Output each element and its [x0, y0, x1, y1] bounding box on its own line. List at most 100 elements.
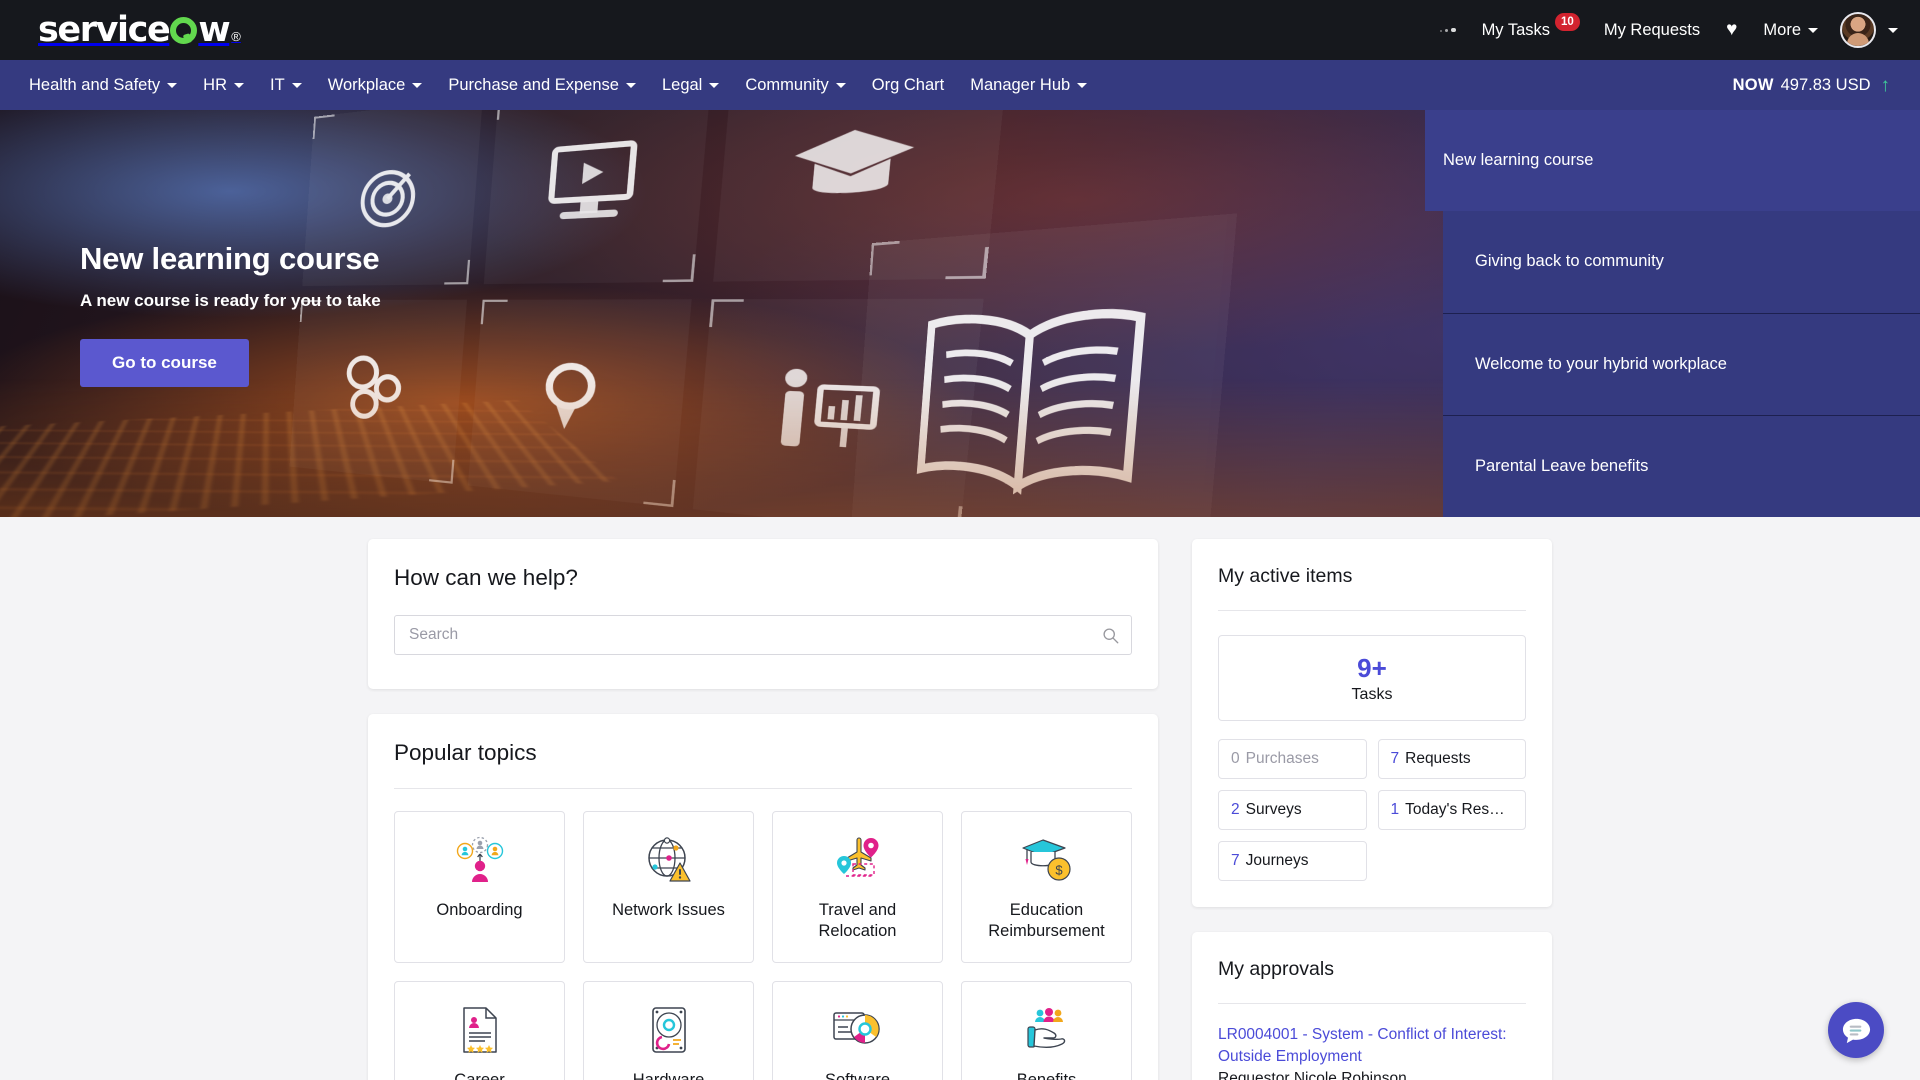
- popular-topics-grid: Onboarding Network Issues Travel and Rel…: [368, 789, 1158, 1080]
- topic-label: Travel and Relocation: [818, 901, 897, 941]
- magnifier-icon: [468, 299, 692, 507]
- search-icon[interactable]: [1102, 627, 1119, 644]
- top-header-bar: service w ® My Tasks 10 My Requests ♥ More: [0, 0, 1920, 60]
- nav-item-community[interactable]: Community: [732, 68, 858, 103]
- primary-navigation-bar: Health and Safety HR IT Workplace Purcha…: [0, 60, 1920, 110]
- chip-surveys[interactable]: 2 Surveys: [1218, 789, 1367, 830]
- my-tasks-badge: 10: [1555, 13, 1580, 31]
- carousel-item-label: Parental Leave benefits: [1475, 456, 1649, 475]
- hero-keyboard-decoration: [0, 400, 619, 517]
- chevron-down-icon: [234, 82, 245, 88]
- carousel-item-parental-leave-benefits[interactable]: Parental Leave benefits: [1443, 415, 1920, 517]
- hero-carousel-list: New learning course Giving back to commu…: [1425, 110, 1920, 517]
- topic-card-hardware[interactable]: Hardware: [583, 981, 754, 1080]
- currency-ticker[interactable]: NOW 497.83 USD ↑: [1733, 76, 1898, 95]
- search-input[interactable]: [409, 626, 1102, 644]
- help-search-card: How can we help?: [368, 539, 1158, 689]
- chevron-down-icon: [412, 82, 423, 88]
- top-header-actions: My Tasks 10 My Requests ♥ More: [1440, 11, 1898, 49]
- topic-label: Onboarding: [436, 901, 523, 919]
- tasks-count: 9+: [1357, 653, 1387, 683]
- heart-icon[interactable]: ♥: [1712, 11, 1751, 49]
- chat-bubble-icon[interactable]: [1828, 1002, 1884, 1058]
- topic-card-network-issues[interactable]: Network Issues: [583, 811, 754, 963]
- document-stars-icon: [458, 1004, 502, 1056]
- nav-item-manager-hub[interactable]: Manager Hub: [957, 68, 1100, 103]
- chip-label: Journeys: [1245, 851, 1309, 869]
- right-sidebar-column: My active items 9+ Tasks 0 Purchases 7 Req…: [1192, 539, 1552, 1080]
- my-approvals-card: My approvals LR0004001 - System - Confli…: [1192, 931, 1552, 1080]
- my-requests-link[interactable]: My Requests: [1592, 13, 1712, 48]
- currency-value: 497.83 USD: [1780, 75, 1871, 94]
- chip-label: Surveys: [1245, 800, 1302, 818]
- chevron-down-icon: [167, 82, 178, 88]
- chevron-down-icon: [835, 82, 846, 88]
- carousel-item-new-learning-course[interactable]: New learning course: [1425, 110, 1920, 212]
- hero-title: New learning course: [80, 240, 380, 276]
- tasks-label: Tasks: [1351, 685, 1393, 703]
- hand-people-icon: [1022, 1004, 1072, 1056]
- topic-card-benefits[interactable]: Benefits: [961, 981, 1132, 1080]
- more-label: More: [1763, 20, 1801, 39]
- nav-label: Health and Safety: [29, 75, 161, 94]
- chip-purchases[interactable]: 0 Purchases: [1218, 738, 1367, 779]
- hero-content: New learning course A new course is read…: [0, 241, 381, 387]
- chip-count: 7: [1390, 749, 1400, 767]
- nav-item-hr[interactable]: HR: [190, 68, 257, 103]
- approval-record-row: LR0004001 - System - Conflict of Interes…: [1192, 1004, 1552, 1080]
- left-content-column: How can we help? Popular topics: [368, 539, 1158, 1080]
- airplane-map-pin-icon: [833, 834, 883, 886]
- topic-card-education-reimbursement[interactable]: $ Education Reimbursement: [961, 811, 1132, 963]
- chip-journeys[interactable]: 7 Journeys: [1218, 840, 1367, 881]
- logo-text-w: w: [198, 9, 230, 50]
- my-active-items-card: My active items 9+ Tasks 0 Purchases 7 Req…: [1192, 539, 1552, 907]
- tasks-summary-tile[interactable]: 9+ Tasks: [1218, 635, 1526, 721]
- nav-label: HR: [203, 75, 228, 94]
- help-card-title: How can we help?: [394, 565, 578, 590]
- topic-card-onboarding[interactable]: Onboarding: [394, 811, 565, 963]
- nav-item-legal[interactable]: Legal: [649, 68, 732, 103]
- chip-label: Purchases: [1245, 749, 1319, 767]
- nav-label: IT: [270, 75, 285, 94]
- approvals-header: My approvals: [1192, 932, 1552, 1004]
- search-box[interactable]: [394, 615, 1132, 655]
- user-avatar[interactable]: [1840, 12, 1876, 48]
- nav-item-purchase-and-expense[interactable]: Purchase and Expense: [435, 68, 649, 103]
- nav-label: Manager Hub: [970, 75, 1071, 94]
- my-tasks-link[interactable]: My Tasks 10: [1470, 13, 1592, 48]
- carousel-item-welcome-to-your-hybrid-workplace[interactable]: Welcome to your hybrid workplace: [1443, 313, 1920, 416]
- my-requests-label: My Requests: [1603, 20, 1701, 39]
- main-content-area: How can we help? Popular topics: [0, 517, 1920, 1080]
- topic-card-travel-and-relocation[interactable]: Travel and Relocation: [772, 811, 943, 963]
- chip-label: Today's Reservati...: [1405, 800, 1526, 818]
- carousel-item-label: Giving back to community: [1475, 252, 1664, 271]
- more-menu-button[interactable]: More: [1751, 13, 1830, 48]
- nav-label: Legal: [661, 75, 703, 94]
- nav-item-it[interactable]: IT: [257, 68, 315, 103]
- monitor-play-icon: [484, 110, 712, 284]
- currency-brand: NOW: [1732, 75, 1774, 94]
- topic-label: Network Issues: [612, 901, 725, 919]
- chevron-down-icon: [709, 82, 720, 88]
- chip-label: Requests: [1405, 749, 1471, 767]
- topic-card-software[interactable]: Software: [772, 981, 943, 1080]
- servicenow-logo[interactable]: service w ®: [38, 9, 241, 50]
- topic-card-career-development[interactable]: Career Development: [394, 981, 565, 1080]
- chip-requests[interactable]: 7 Requests: [1377, 738, 1526, 779]
- topic-label: Hardware: [632, 1071, 705, 1080]
- carousel-item-giving-back-to-community[interactable]: Giving back to community: [1443, 211, 1920, 314]
- go-to-course-button[interactable]: Go to course: [80, 338, 249, 387]
- popular-topics-header: Popular topics: [368, 714, 1158, 789]
- topic-label: Benefits: [1016, 1071, 1077, 1080]
- graduation-cap-dollar-icon: $: [1021, 834, 1073, 886]
- nav-item-health-and-safety[interactable]: Health and Safety: [16, 68, 190, 103]
- chip-todays-reservations[interactable]: 1 Today's Reservati...: [1377, 789, 1526, 830]
- onboarding-people-icon: [455, 834, 505, 886]
- avatar-chevron-down-icon[interactable]: [1888, 27, 1898, 33]
- chip-count: 1: [1390, 800, 1400, 818]
- nav-item-workplace[interactable]: Workplace: [315, 68, 436, 103]
- hard-drive-icon: [649, 1004, 689, 1056]
- nav-item-org-chart[interactable]: Org Chart: [859, 68, 957, 103]
- topic-label: Career Development: [454, 1071, 505, 1080]
- approval-record-link[interactable]: LR0004001 - System - Conflict of Interes…: [1218, 1024, 1526, 1068]
